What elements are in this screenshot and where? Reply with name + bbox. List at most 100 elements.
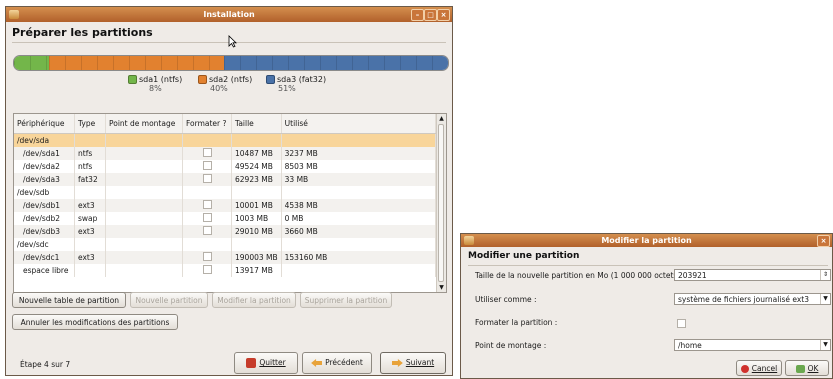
cell-used: 0 MB	[281, 212, 437, 225]
close-icon[interactable]: ×	[437, 9, 450, 21]
cell-format[interactable]	[182, 212, 232, 225]
partition-legend: sda1 (ntfs) 8% sda2 (ntfs) 40% sda3 (fat…	[126, 75, 366, 97]
cell-device: /dev/sda3	[14, 173, 75, 186]
cell-type	[74, 264, 106, 277]
scroll-up-icon[interactable]: ▲	[437, 114, 446, 123]
cell-used	[281, 133, 437, 147]
dialog-title: Modifier la partition	[601, 236, 692, 245]
legend-item-sda2: sda2 (ntfs) 40%	[198, 75, 268, 93]
spin-arrows-icon[interactable]: ⇕	[820, 270, 830, 280]
format-checkbox[interactable]	[202, 252, 212, 261]
cell-format[interactable]	[182, 160, 232, 173]
column-device[interactable]: Périphérique	[14, 114, 75, 134]
column-type[interactable]: Type	[74, 114, 106, 134]
cell-mount	[105, 212, 183, 225]
cell-format[interactable]	[182, 173, 232, 186]
cell-used: 4538 MB	[281, 199, 437, 212]
column-mount[interactable]: Point de montage	[105, 114, 183, 134]
cell-type	[74, 238, 106, 251]
cell-mount	[105, 264, 183, 277]
partition-row[interactable]: /dev/sda3 fat32 62923 MB 33 MB	[14, 173, 437, 186]
app-icon	[9, 10, 19, 19]
mount-point-combo[interactable]: /home ▼	[674, 339, 831, 351]
cell-mount	[105, 225, 183, 238]
delete-partition-button[interactable]: Supprimer la partition	[300, 292, 392, 308]
cell-device: /dev/sdc1	[14, 251, 75, 264]
size-spin-field[interactable]: 203921 ⇕	[674, 269, 831, 281]
cell-device: espace libre	[14, 264, 75, 277]
dialog-close-icon[interactable]: ×	[817, 235, 830, 247]
cell-format[interactable]	[182, 225, 232, 238]
new-partition-table-button[interactable]: Nouvelle table de partition	[12, 292, 126, 308]
use-as-dropdown[interactable]: système de fichiers journalisé ext3 ▼	[674, 293, 831, 305]
ok-button[interactable]: OK	[785, 360, 829, 376]
partition-row[interactable]: /dev/sda1 ntfs 10487 MB 3237 MB	[14, 147, 437, 160]
cell-format[interactable]	[182, 133, 232, 147]
format-checkbox[interactable]	[202, 265, 212, 274]
cell-type: fat32	[74, 173, 106, 186]
disk-row[interactable]: /dev/sdb	[14, 186, 437, 199]
format-checkbox[interactable]	[202, 226, 212, 235]
undo-changes-button[interactable]: Annuler les modifications des partitions	[12, 314, 178, 330]
format-checkbox[interactable]	[202, 200, 212, 209]
cell-type	[74, 133, 106, 147]
disk-row[interactable]: /dev/sdc	[14, 238, 437, 251]
column-format[interactable]: Formater ?	[182, 114, 232, 134]
legend-swatch-sda3	[266, 75, 275, 84]
cancel-button[interactable]: Cancel	[736, 360, 782, 376]
chevron-down-icon[interactable]: ▼	[820, 294, 830, 304]
partition-row[interactable]: /dev/sdb2 swap 1003 MB 0 MB	[14, 212, 437, 225]
usage-segment-sda1	[14, 56, 50, 70]
cell-format[interactable]	[182, 238, 232, 251]
page-title: Préparer les partitions	[12, 26, 153, 39]
next-button[interactable]: Suivant	[380, 352, 446, 374]
new-partition-button[interactable]: Nouvelle partition	[130, 292, 208, 308]
format-checkbox[interactable]	[202, 161, 212, 170]
partition-row[interactable]: /dev/sdb1 ext3 10001 MB 4538 MB	[14, 199, 437, 212]
cell-format[interactable]	[182, 199, 232, 212]
format-checkbox[interactable]	[202, 148, 212, 157]
cell-type: ext3	[74, 199, 106, 212]
column-used[interactable]: Utilisé	[281, 114, 437, 134]
cell-format[interactable]	[182, 264, 232, 277]
partition-row[interactable]: /dev/sda2 ntfs 49524 MB 8503 MB	[14, 160, 437, 173]
chevron-down-icon[interactable]: ▼	[820, 340, 830, 350]
table-scrollbar[interactable]: ▲ ▼	[436, 114, 446, 292]
table-header: Périphérique Type Point de montage Forma…	[14, 114, 437, 134]
back-button[interactable]: Précédent	[302, 352, 372, 374]
partition-row[interactable]: /dev/sdc1 ext3 190003 MB 153160 MB	[14, 251, 437, 264]
legend-item-sda3: sda3 (fat32) 51%	[266, 75, 346, 93]
cell-format[interactable]	[182, 186, 232, 199]
cell-format[interactable]	[182, 251, 232, 264]
format-checkbox[interactable]	[202, 213, 212, 222]
legend-swatch-sda2	[198, 75, 207, 84]
cell-device: /dev/sdb1	[14, 199, 75, 212]
legend-item-sda1: sda1 (ntfs) 8%	[128, 75, 198, 93]
cell-type: ext3	[74, 251, 106, 264]
column-size[interactable]: Taille	[231, 114, 282, 134]
cell-size: 13917 MB	[231, 264, 282, 277]
cell-type: ext3	[74, 225, 106, 238]
disk-row[interactable]: /dev/sda	[14, 133, 437, 147]
maximize-icon[interactable]: □	[424, 9, 437, 21]
cell-type: ntfs	[74, 147, 106, 160]
scroll-thumb[interactable]	[438, 124, 444, 282]
cell-size: 10001 MB	[231, 199, 282, 212]
partition-row[interactable]: espace libre 13917 MB	[14, 264, 437, 277]
usage-segment-sda2	[49, 56, 225, 70]
partition-row[interactable]: /dev/sdb3 ext3 29010 MB 3660 MB	[14, 225, 437, 238]
scroll-down-icon[interactable]: ▼	[437, 283, 446, 292]
cell-mount	[105, 251, 183, 264]
dialog-titlebar: Modifier la partition ×	[461, 234, 832, 247]
installation-window: Installation – □ × Préparer les partitio…	[5, 6, 453, 376]
dialog-heading: Modifier une partition	[468, 251, 580, 261]
format-checkbox[interactable]	[202, 174, 212, 183]
format-checkbox[interactable]	[677, 319, 686, 328]
cell-size	[231, 186, 282, 199]
quit-button[interactable]: Quitter	[234, 352, 298, 374]
minimize-icon[interactable]: –	[411, 9, 424, 21]
quit-icon	[246, 358, 257, 368]
cell-size: 62923 MB	[231, 173, 282, 186]
cell-format[interactable]	[182, 147, 232, 160]
modify-partition-button[interactable]: Modifier la partition	[212, 292, 296, 308]
